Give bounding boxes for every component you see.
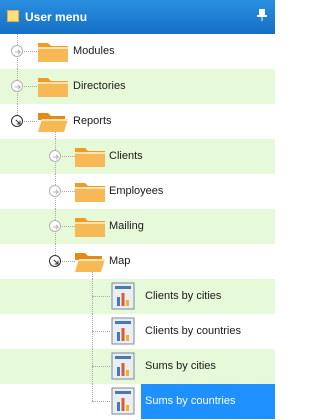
folder-icon	[75, 218, 105, 237]
tree-item-label: Mailing	[109, 220, 144, 232]
collapse-icon[interactable]	[49, 255, 61, 267]
expand-icon[interactable]	[11, 80, 23, 92]
tree-item-label: Map	[109, 255, 131, 267]
tree-item-label: Sums by cities	[145, 360, 216, 372]
tree-item-sums-by-cities[interactable]: Sums by cities	[0, 349, 275, 384]
tree-item-reports[interactable]: Reports	[0, 104, 275, 139]
tree-item-label: Modules	[73, 45, 115, 57]
folder-icon	[75, 183, 105, 202]
report-icon	[111, 317, 135, 345]
user-menu-panel: User menu Modules Directories Reports Cl…	[0, 0, 275, 420]
report-icon	[111, 387, 135, 415]
folder-icon	[38, 43, 68, 62]
tree-item-employees[interactable]: Employees	[0, 174, 275, 209]
panel-title: User menu	[25, 10, 88, 24]
tree-item-directories[interactable]: Directories	[0, 69, 275, 104]
tree-item-label: Clients by countries	[145, 325, 241, 337]
open-folder-icon	[38, 113, 68, 132]
tree-item-label: Reports	[73, 115, 112, 127]
folder-icon	[38, 78, 68, 97]
folder-icon	[75, 148, 105, 167]
expand-icon[interactable]	[49, 220, 61, 232]
collapse-icon[interactable]	[11, 115, 23, 127]
menu-tree: Modules Directories Reports Clients Empl…	[0, 34, 275, 420]
tree-item-label: Clients by cities	[145, 290, 222, 302]
expand-icon[interactable]	[49, 150, 61, 162]
report-icon	[111, 352, 135, 380]
tree-item-label: Directories	[73, 80, 126, 92]
tree-item-sums-by-countries[interactable]: Sums by countries	[0, 384, 275, 419]
tree-item-label: Sums by countries	[145, 395, 236, 407]
menu-icon	[7, 10, 19, 22]
tree-item-label: Clients	[109, 150, 143, 162]
tree-item-clients-by-countries[interactable]: Clients by countries	[0, 314, 275, 349]
open-folder-icon	[75, 253, 105, 272]
pin-icon[interactable]	[256, 8, 268, 22]
tree-item-clients[interactable]: Clients	[0, 139, 275, 174]
selection-highlight: Sums by countries	[141, 384, 275, 419]
tree-item-map[interactable]: Map	[0, 244, 275, 279]
expand-icon[interactable]	[11, 45, 23, 57]
panel-header: User menu	[0, 0, 275, 34]
tree-item-mailing[interactable]: Mailing	[0, 209, 275, 244]
tree-item-modules[interactable]: Modules	[0, 34, 275, 69]
tree-item-clients-by-cities[interactable]: Clients by cities	[0, 279, 275, 314]
expand-icon[interactable]	[49, 185, 61, 197]
tree-item-label: Employees	[109, 185, 164, 197]
report-icon	[111, 282, 135, 310]
